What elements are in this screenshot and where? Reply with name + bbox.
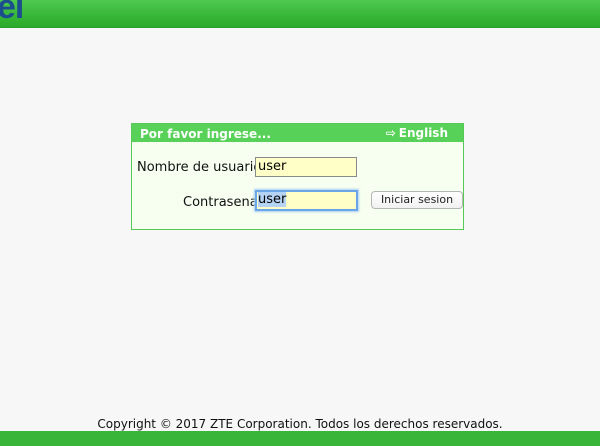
language-label: English <box>398 126 448 140</box>
login-button[interactable]: Iniciar sesion <box>371 191 463 209</box>
username-label: Nombre de usuario <box>137 160 262 175</box>
language-link[interactable]: ⇨ English <box>386 126 448 140</box>
footer: Copyright © 2017 ZTE Corporation. Todos … <box>0 413 600 446</box>
password-input[interactable]: user <box>255 190 358 211</box>
brand-logo: el <box>0 0 24 26</box>
username-value: user <box>258 159 287 174</box>
password-label: Contrasena <box>183 195 258 210</box>
password-value: user <box>258 192 287 207</box>
copyright-text: Copyright © 2017 ZTE Corporation. Todos … <box>97 417 503 431</box>
arrow-right-outline-icon: ⇨ <box>385 126 396 140</box>
top-banner: el <box>0 0 600 28</box>
username-input[interactable]: user <box>255 157 357 177</box>
login-title: Por favor ingrese... <box>140 127 271 141</box>
footer-bar <box>0 431 600 446</box>
login-panel-header: Por favor ingrese... ⇨ English <box>132 124 463 142</box>
